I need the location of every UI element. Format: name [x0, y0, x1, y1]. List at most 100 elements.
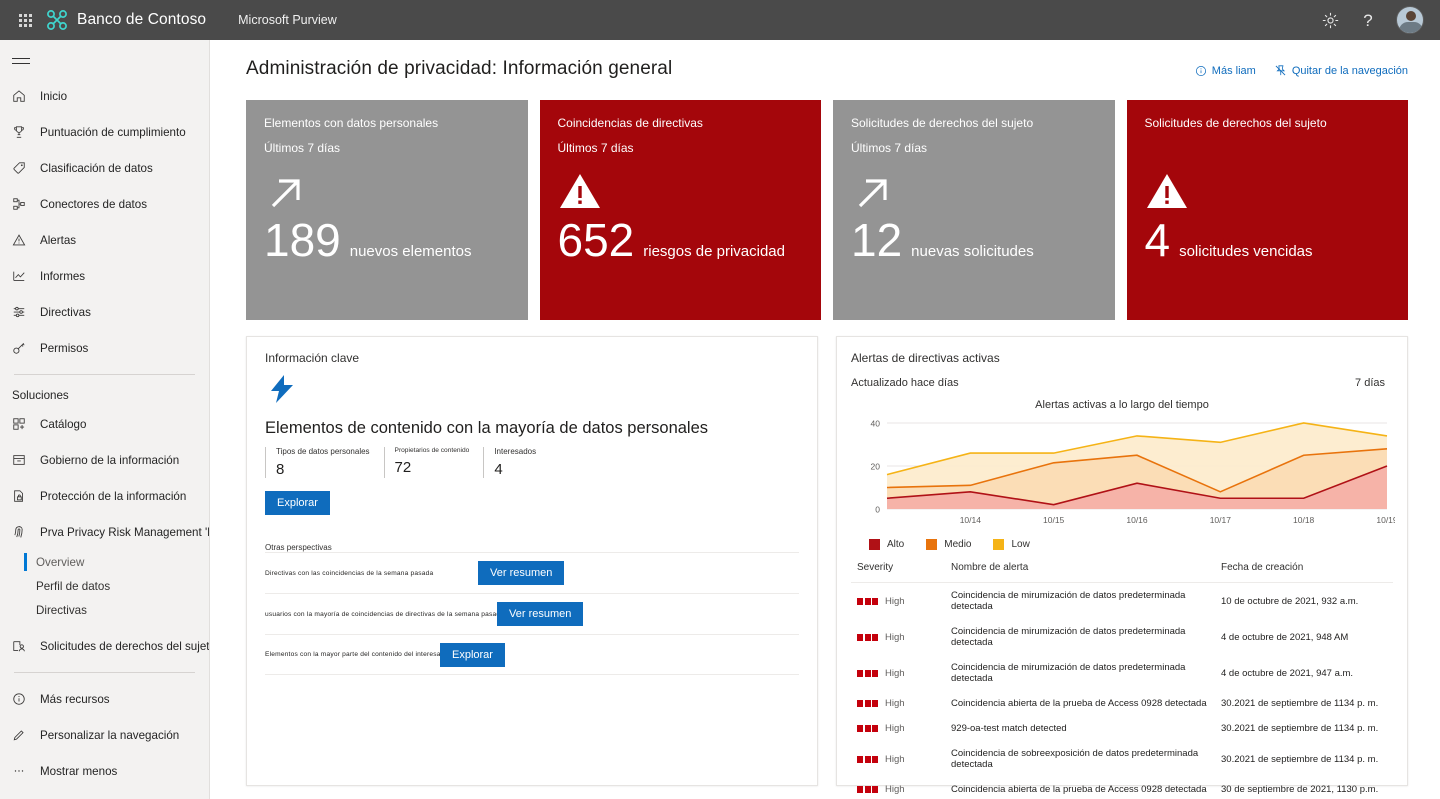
column-header-severity[interactable]: Severity: [851, 562, 951, 583]
sidebar-item-privacy-risk-management[interactable]: Prva Privacy Risk Management 'N: [0, 514, 209, 550]
kpi-unit: nuevas solicitudes: [911, 243, 1034, 260]
kpi-card-coincidencias-directivas[interactable]: Coincidencias de directivas Últimos 7 dí…: [539, 100, 821, 320]
kpi-card-elementos-datos-personales[interactable]: Elementos con datos personales Últimos 7…: [246, 100, 528, 320]
other-insight-label: Directivas con las coincidencias de la s…: [265, 569, 434, 577]
sidebar-item-puntuacion-cumplimiento[interactable]: Puntuación de cumplimiento: [0, 114, 209, 150]
sidebar-item-clasificacion-datos[interactable]: Clasificación de datos: [0, 150, 209, 186]
sidebar-item-mostrar-menos[interactable]: Mostrar menos: [0, 753, 209, 789]
unpin-label: Quitar de la navegación: [1291, 64, 1408, 77]
cell-alert-name: Coincidencia de mirumización de datos pr…: [951, 662, 1186, 684]
trophy-icon: [12, 125, 36, 139]
sidebar-subitem-directivas[interactable]: Directivas: [0, 598, 209, 622]
kpi-value-row: 4 solicitudes vencidas: [1145, 217, 1391, 263]
severity-badge: High: [857, 698, 951, 709]
help-icon[interactable]: ?: [1358, 10, 1378, 30]
chart-legend: Alto Medio Low: [851, 539, 1393, 550]
view-summary-button[interactable]: Ver resumen: [497, 602, 584, 626]
suite-bar: Banco de Contoso Microsoft Purview ?: [0, 0, 1440, 40]
other-insight-label: Elementos con la mayor parte del conteni…: [265, 651, 449, 658]
explore-button[interactable]: Explorar: [265, 491, 330, 515]
legend-label: Medio: [944, 539, 972, 550]
view-summary-button[interactable]: Ver resumen: [478, 561, 565, 585]
severity-bars-icon: [857, 786, 878, 793]
more-info-link[interactable]: Más liam: [1195, 65, 1256, 77]
sidebar-subitem-overview[interactable]: Overview: [0, 550, 209, 574]
sidebar-item-permisos[interactable]: Permisos: [0, 330, 209, 366]
sidebar-item-solicitudes-derechos[interactable]: Solicitudes de derechos del sujeto prva: [0, 628, 209, 664]
lock-doc-icon: [12, 489, 36, 503]
cell-severity: High: [851, 655, 951, 691]
chart-x-tick: 10/17: [1210, 515, 1232, 525]
app-name: Microsoft Purview: [238, 13, 337, 27]
severity-bars-icon: [857, 700, 878, 707]
table-row[interactable]: High Coincidencia de sobreexposición de d…: [851, 741, 1393, 777]
sidebar-item-informes[interactable]: Informes: [0, 258, 209, 294]
kpi-title: Solicitudes de derechos del sujeto: [1144, 116, 1327, 130]
privacy-icon: [12, 525, 36, 539]
legend-item-medio[interactable]: Medio: [926, 539, 971, 550]
kpi-value-row: 12 nuevas solicitudes: [851, 217, 1097, 263]
legend-item-alto[interactable]: Alto: [869, 539, 904, 550]
sidebar-subitem-perfil-de-datos[interactable]: Perfil de datos: [0, 574, 209, 598]
kpi-unit: riesgos de privacidad: [643, 243, 785, 260]
stat-label: Propietarios de contenido: [394, 447, 470, 454]
key-icon: [12, 341, 36, 355]
app-launcher-button[interactable]: [12, 0, 38, 40]
table-row[interactable]: High Coincidencia de mirumización de dato…: [851, 583, 1393, 620]
sidebar-item-catalogo[interactable]: Catálogo: [0, 406, 209, 442]
tag-icon: [12, 161, 36, 175]
sidebar-item-label: Alertas: [40, 233, 77, 247]
sidebar-item-inicio[interactable]: Inicio: [0, 78, 209, 114]
alerts-updated: Actualizado hace días: [851, 377, 959, 389]
unpin-icon: [1274, 64, 1287, 77]
table-row[interactable]: High 929-oa-test match detected 30.2021 de…: [851, 716, 1393, 741]
cell-severity: High: [851, 691, 951, 716]
kpi-card-solicitudes-nuevas[interactable]: Solicitudes de derechos del sujeto Últim…: [833, 100, 1115, 320]
stat-propietarios-contenido: Propietarios de contenido 72: [383, 447, 470, 478]
avatar[interactable]: [1396, 6, 1424, 34]
stat-tipos-datos-personales: Tipos de datos personales 8: [265, 447, 370, 478]
cell-severity: High: [851, 583, 951, 620]
column-header-created-date[interactable]: Fecha de creación: [1221, 562, 1393, 583]
menu-toggle-button[interactable]: [0, 44, 209, 78]
other-insights-header: Otras perspectivas: [265, 543, 332, 552]
severity-bars-icon: [857, 669, 878, 677]
other-insight-row: Directivas con las coincidencias de la s…: [265, 552, 799, 593]
chart-x-tick: 10/15: [1043, 515, 1065, 525]
chart-x-tick: 10/16: [1126, 515, 1148, 525]
severity-label: High: [885, 631, 905, 643]
legend-label: Low: [1011, 539, 1030, 550]
table-row[interactable]: High Coincidencia de mirumización de dato…: [851, 655, 1393, 691]
cell-created-date: 10 de octubre de 2021, 932 a.m.: [1221, 595, 1359, 607]
table-row[interactable]: High Coincidencia abierta de la prueba de…: [851, 691, 1393, 716]
kpi-card-solicitudes-vencidas[interactable]: Solicitudes de derechos del sujeto 4 sol…: [1126, 100, 1408, 320]
sidebar-item-gobierno-informacion[interactable]: Gobierno de la información: [0, 442, 209, 478]
sliders-icon: [12, 305, 36, 319]
sidebar-item-conectores-datos[interactable]: Conectores de datos: [0, 186, 209, 222]
sidebar-item-proteccion-informacion[interactable]: Protección de la información: [0, 478, 209, 514]
stat-label: Interesados: [494, 447, 537, 456]
sidebar-item-label: Solicitudes de derechos del sujeto prva: [40, 639, 209, 653]
sidebar-subitem-label: Overview: [36, 555, 85, 569]
sidebar-divider: [14, 374, 195, 375]
table-row[interactable]: High Coincidencia abierta de la prueba de…: [851, 777, 1393, 799]
gear-icon[interactable]: [1320, 10, 1340, 30]
legend-swatch: [993, 539, 1005, 550]
legend-label: Alto: [887, 539, 905, 550]
lightning-bolt-icon: [265, 372, 799, 411]
sidebar-item-mas-recursos[interactable]: Más recursos: [0, 681, 209, 717]
table-row[interactable]: High Coincidencia de mirumización de dato…: [851, 619, 1393, 655]
warning-triangle-icon: [1145, 171, 1391, 215]
column-header-alert-name[interactable]: Nombre de alerta: [951, 562, 1221, 583]
cell-created-date: 30 de septiembre de 2021, 1130 p.m.: [1221, 784, 1379, 795]
key-insights-panel: Información clave Elementos de contenido…: [246, 336, 818, 786]
sidebar-item-alertas[interactable]: Alertas: [0, 222, 209, 258]
kpi-subtitle: Últimos 7 días: [557, 141, 634, 155]
legend-item-low[interactable]: Low: [993, 539, 1030, 550]
alerts-header: Alertas de directivas activas: [851, 351, 1000, 365]
explore-row-button[interactable]: Explorar: [440, 642, 505, 667]
unpin-from-nav-link[interactable]: Quitar de la navegación: [1274, 64, 1408, 77]
sidebar-item-directivas[interactable]: Directivas: [0, 294, 209, 330]
sidebar-item-personalizar-navegacion[interactable]: Personalizar la navegación: [0, 717, 209, 753]
sidebar-item-label: Mostrar menos: [40, 764, 118, 778]
